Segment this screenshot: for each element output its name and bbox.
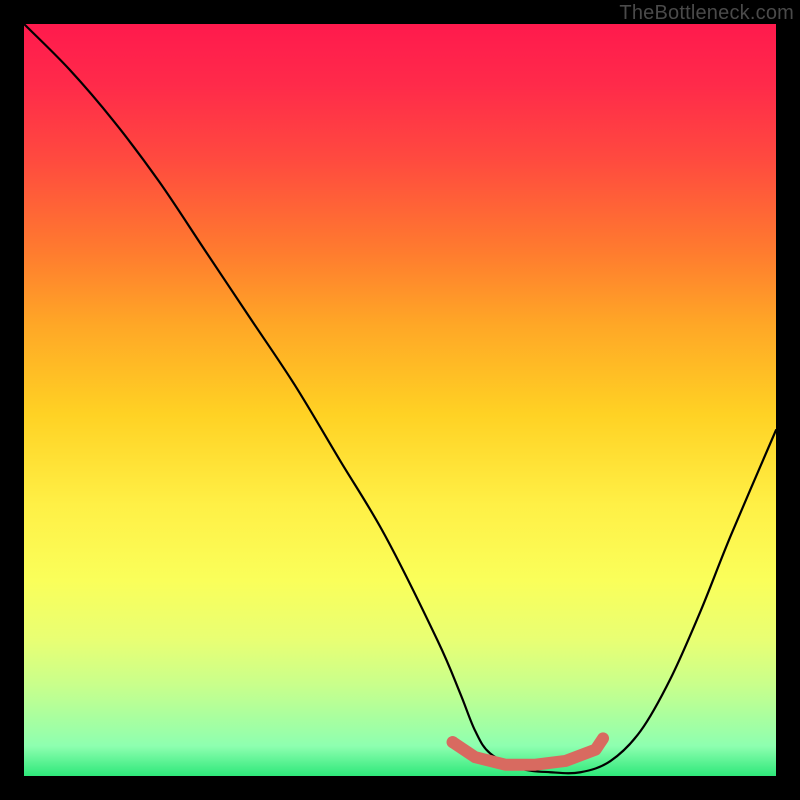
chart-svg [24, 24, 776, 776]
chart-container: TheBottleneck.com [0, 0, 800, 800]
bottleneck-curve [24, 24, 776, 773]
optimal-start-dot [447, 736, 459, 748]
optimal-range-marker [453, 738, 603, 764]
watermark-text: TheBottleneck.com [619, 2, 794, 25]
plot-area [24, 24, 776, 776]
